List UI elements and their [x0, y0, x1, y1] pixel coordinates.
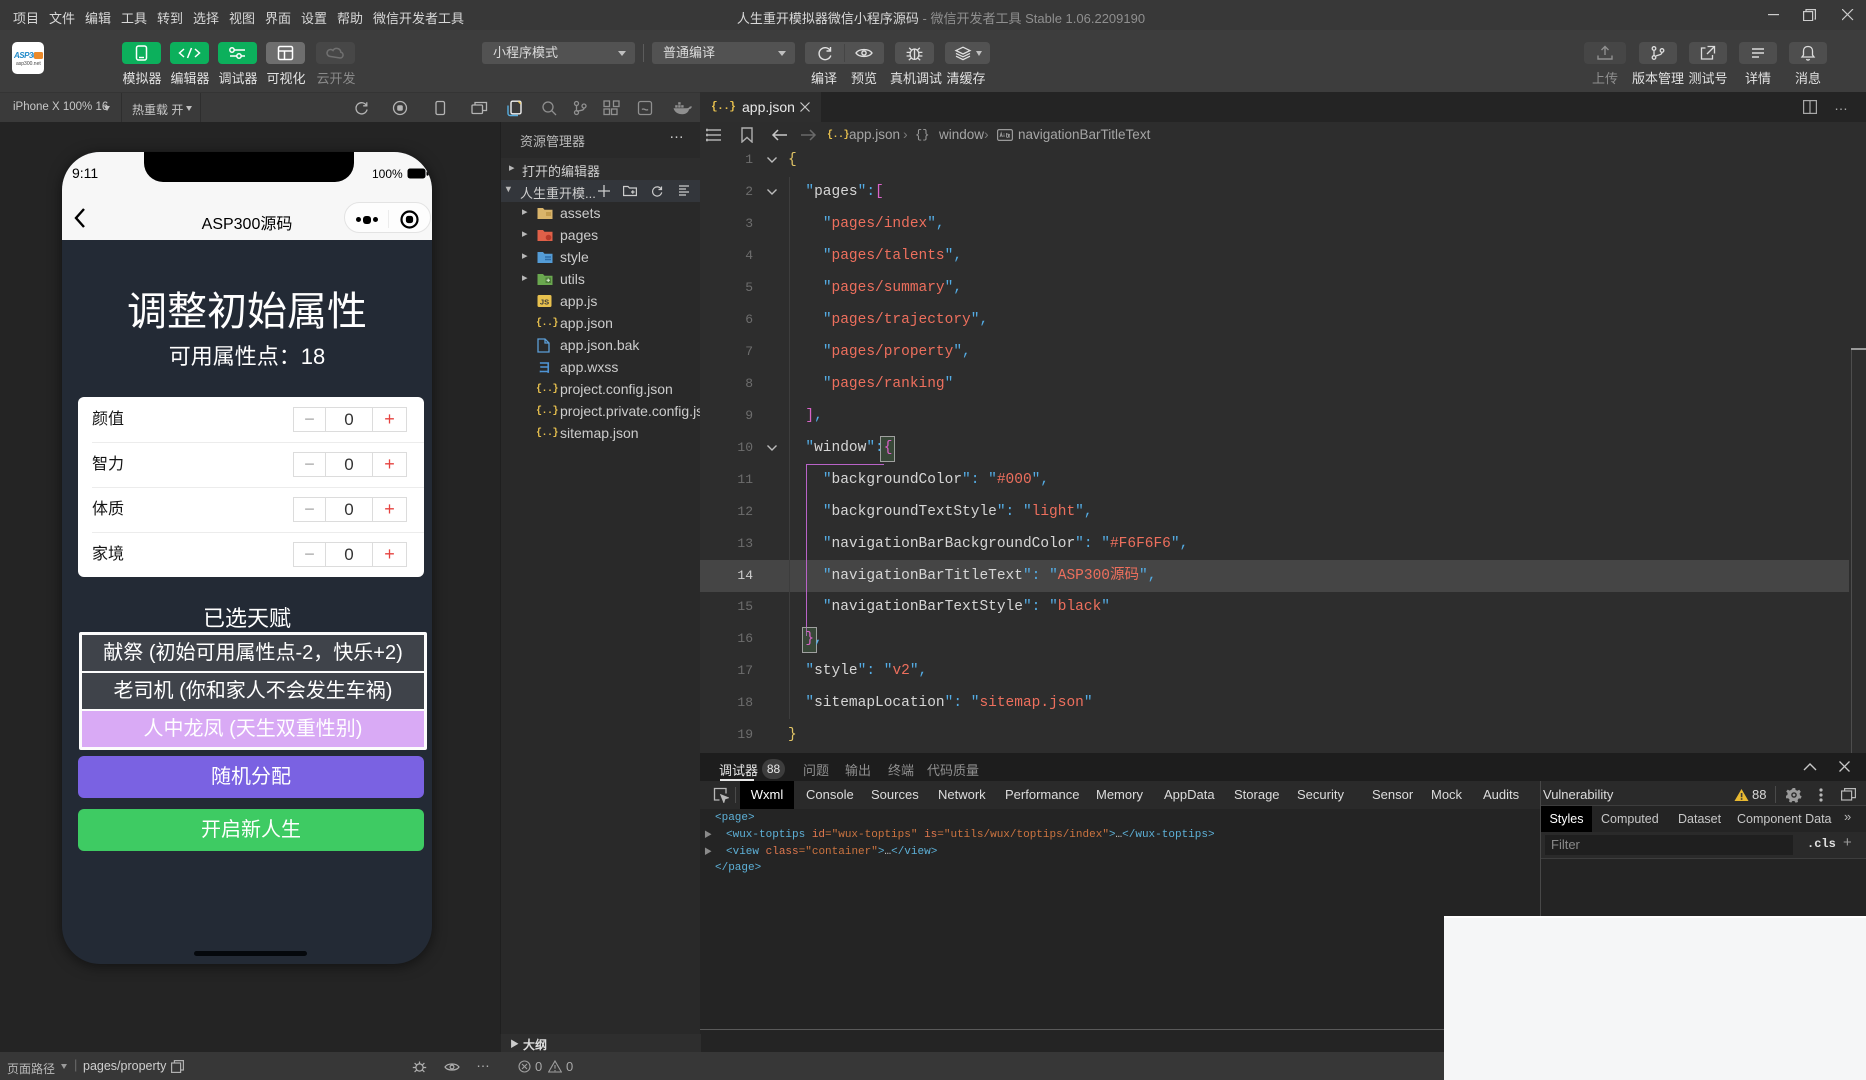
- svg-text:JS: JS: [540, 298, 549, 307]
- svg-text:ヨ: ヨ: [538, 360, 551, 374]
